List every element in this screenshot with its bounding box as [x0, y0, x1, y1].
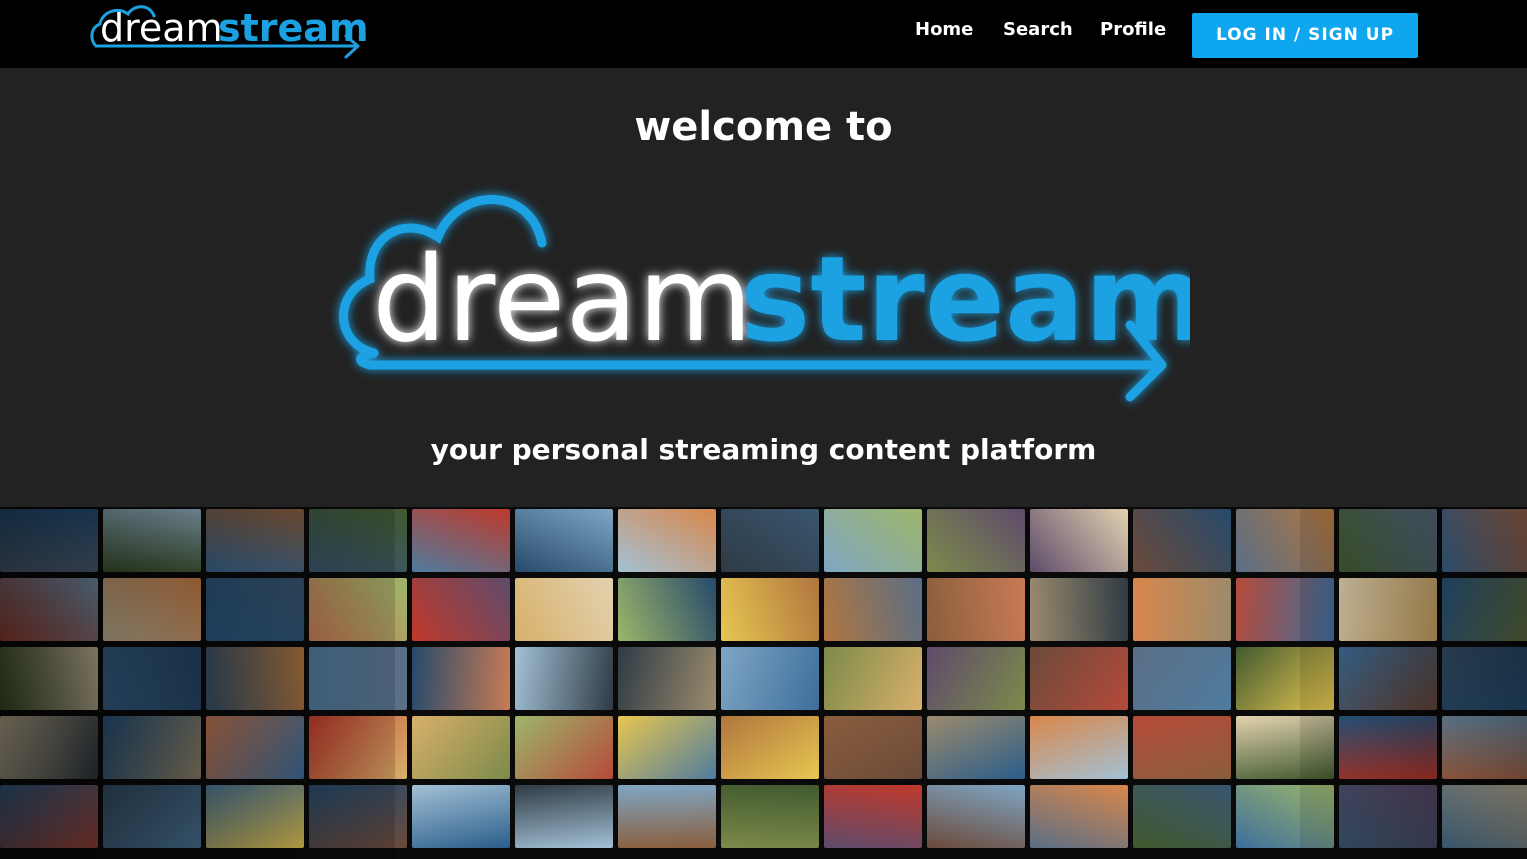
photo-tile	[824, 578, 922, 641]
photo-tile	[721, 578, 819, 641]
photo-tile	[515, 785, 613, 848]
nav-logo-stream: stream	[218, 6, 368, 50]
photo-tile	[1339, 647, 1437, 710]
photo-tile	[0, 716, 98, 779]
photo-tile	[721, 716, 819, 779]
photo-tile	[206, 509, 304, 572]
nav-profile-link[interactable]: Profile	[1100, 19, 1166, 40]
photo-tile	[1442, 785, 1527, 848]
photo-tile	[1339, 509, 1437, 572]
photo-tile	[1339, 716, 1437, 779]
photo-tile	[1442, 509, 1527, 572]
photo-tile	[515, 509, 613, 572]
photo-tile	[1236, 509, 1334, 572]
photo-wall-banner	[0, 507, 1527, 859]
photo-tile	[412, 509, 510, 572]
hero-logo-dream: dream	[372, 230, 753, 368]
photo-tile	[1442, 578, 1527, 641]
photo-tile	[618, 578, 716, 641]
photo-tile	[927, 716, 1025, 779]
photo-tile	[206, 578, 304, 641]
photo-tile	[412, 785, 510, 848]
photo-tile	[0, 647, 98, 710]
nav-home-link[interactable]: Home	[915, 19, 973, 40]
photo-tile	[206, 785, 304, 848]
photo-tile	[412, 647, 510, 710]
photo-tile	[1030, 509, 1128, 572]
photo-tile	[1133, 509, 1231, 572]
welcome-heading: welcome to	[634, 104, 893, 150]
photo-tile	[412, 716, 510, 779]
photo-tile	[515, 716, 613, 779]
photo-tile	[927, 647, 1025, 710]
photo-tile	[721, 647, 819, 710]
photo-tile	[0, 785, 98, 848]
photo-tile	[103, 785, 201, 848]
photo-tile	[618, 509, 716, 572]
photo-tile	[927, 578, 1025, 641]
photo-tile	[1133, 578, 1231, 641]
photo-tile	[103, 578, 201, 641]
nav-logo[interactable]: dream stream	[88, 0, 368, 64]
photo-tile	[824, 647, 922, 710]
photo-tile	[1339, 578, 1437, 641]
photo-tile	[618, 716, 716, 779]
photo-tile	[309, 578, 407, 641]
photo-tile	[309, 716, 407, 779]
photo-tile	[0, 509, 98, 572]
photo-tile	[103, 716, 201, 779]
login-signup-button[interactable]: LOG IN / SIGN UP	[1192, 13, 1418, 58]
photo-tile	[721, 785, 819, 848]
photo-tile	[309, 509, 407, 572]
photo-tile	[1030, 716, 1128, 779]
photo-tile	[824, 716, 922, 779]
photo-tile	[1030, 578, 1128, 641]
photo-tile	[103, 509, 201, 572]
photo-tile	[1133, 647, 1231, 710]
nav-search-link[interactable]: Search	[1003, 19, 1073, 40]
photo-tile	[1030, 785, 1128, 848]
photo-tile	[1236, 647, 1334, 710]
photo-tile	[1442, 647, 1527, 710]
photo-tile	[1030, 647, 1128, 710]
photo-tile	[1339, 785, 1437, 848]
photo-tile	[927, 509, 1025, 572]
photo-tile	[1236, 578, 1334, 641]
photo-tile	[721, 509, 819, 572]
photo-tile	[1236, 716, 1334, 779]
photo-tile	[1133, 716, 1231, 779]
photo-tile	[824, 509, 922, 572]
photo-tile	[1133, 785, 1231, 848]
photo-tile	[309, 647, 407, 710]
photo-tile	[206, 647, 304, 710]
photo-tile	[618, 647, 716, 710]
photo-tile	[515, 578, 613, 641]
photo-tile	[206, 716, 304, 779]
top-nav: dream stream Home Search Profile LOG IN …	[0, 0, 1527, 68]
tagline: your personal streaming content platform	[430, 433, 1097, 466]
photo-tile	[412, 578, 510, 641]
photo-tile	[618, 785, 716, 848]
nav-logo-dream: dream	[100, 6, 223, 50]
photo-tile	[824, 785, 922, 848]
hero-logo-stream: stream	[740, 230, 1190, 368]
photo-tile	[309, 785, 407, 848]
photo-tile	[1442, 716, 1527, 779]
photo-tile	[1236, 785, 1334, 848]
photo-tile	[515, 647, 613, 710]
photo-tile	[0, 578, 98, 641]
hero-logo: dream stream	[339, 195, 1190, 402]
photo-tile	[927, 785, 1025, 848]
photo-tile	[103, 647, 201, 710]
